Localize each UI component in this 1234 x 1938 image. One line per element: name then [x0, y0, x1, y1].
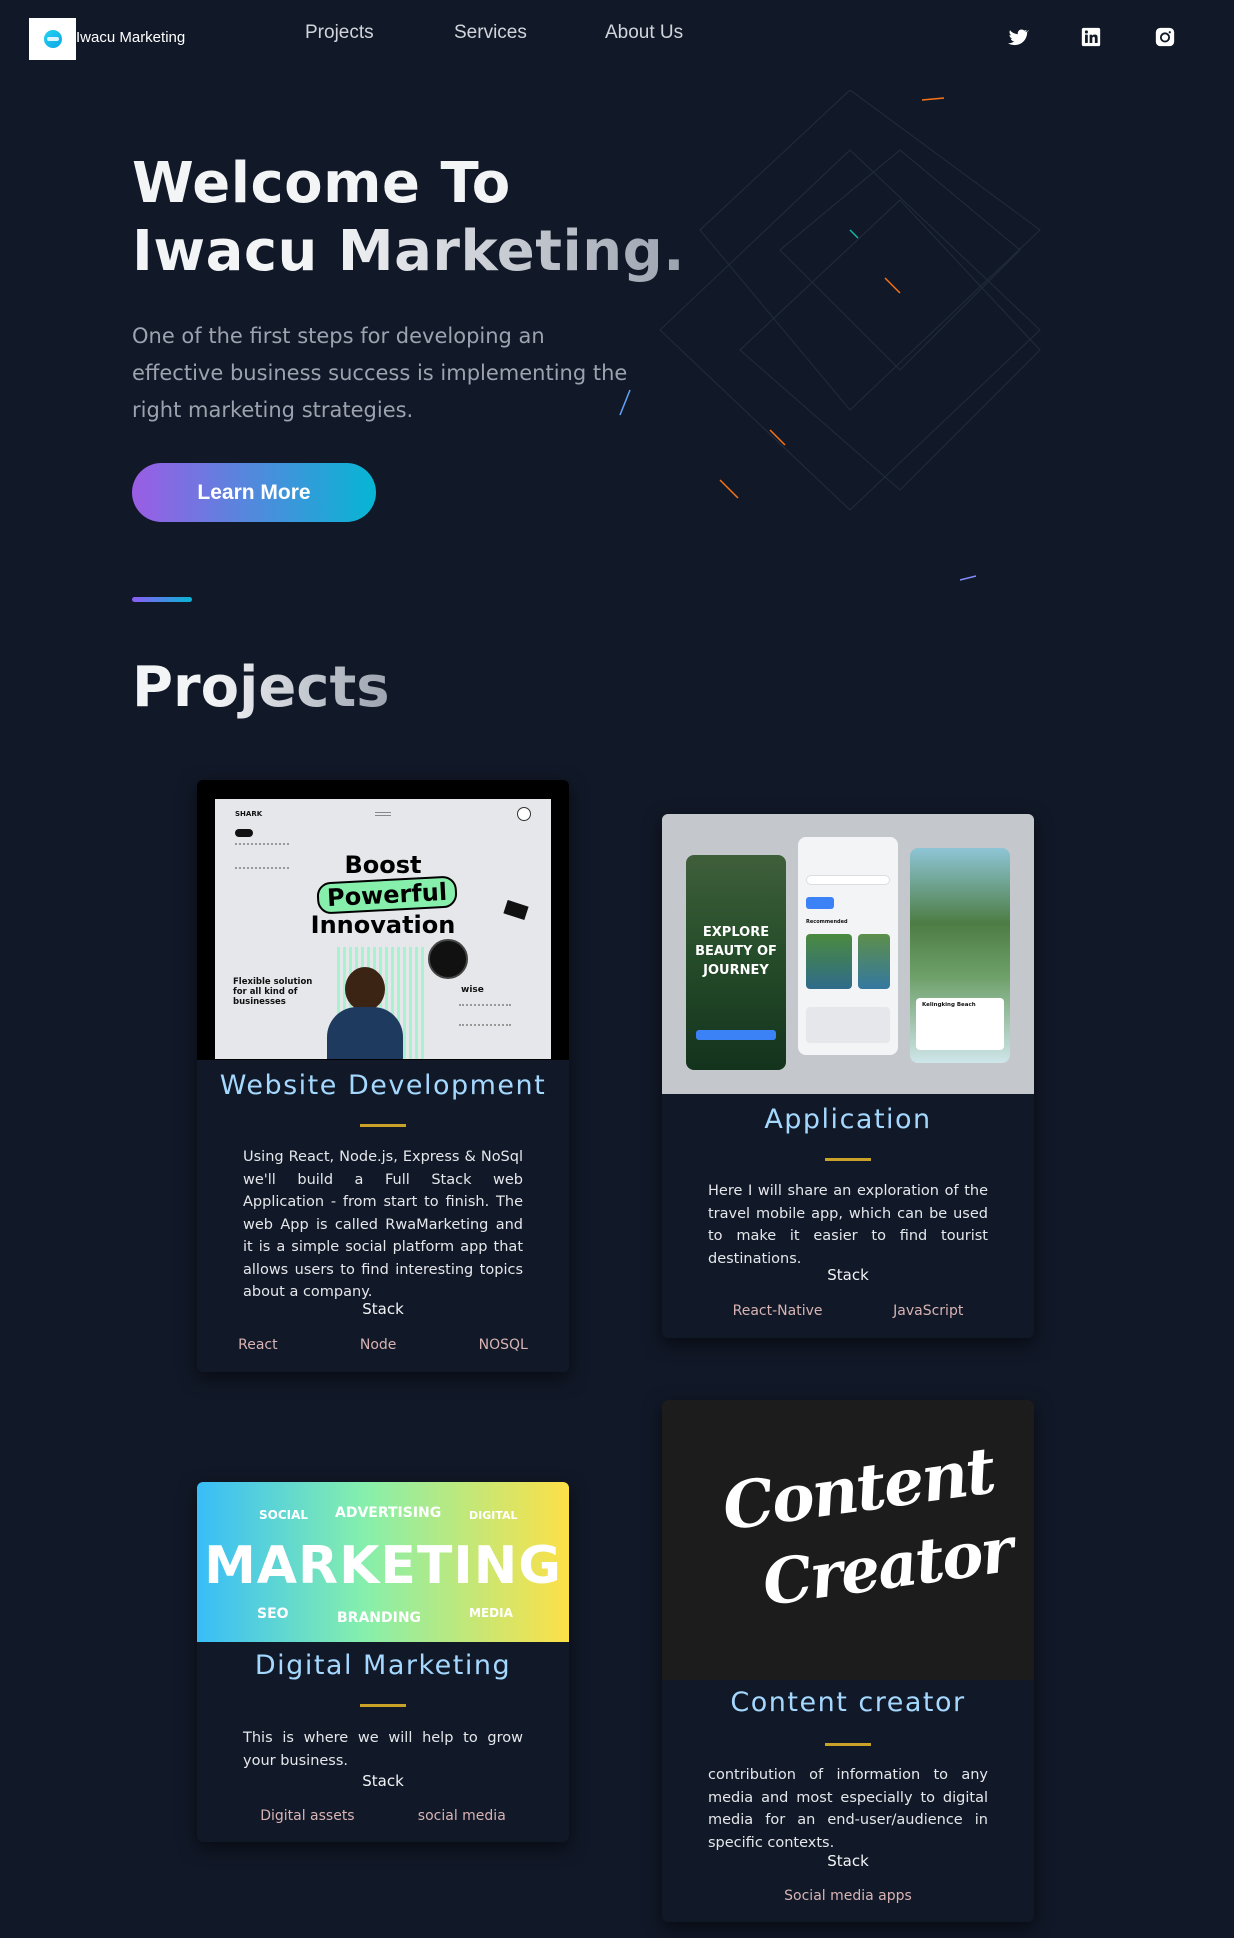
card-stack-label: Stack: [827, 1852, 869, 1870]
nav-link-projects[interactable]: Projects: [305, 22, 374, 44]
card-tags: Digital assets social media: [197, 1808, 569, 1824]
card-title-bar: [360, 1704, 406, 1707]
card-title: Website Development: [219, 1070, 547, 1101]
mock-headline-2: Powerful: [316, 875, 458, 915]
tag-social-media-apps: Social media apps: [784, 1888, 912, 1904]
hero-title-line1: Welcome To: [132, 151, 511, 216]
twitter-icon[interactable]: [1007, 26, 1029, 48]
card-stack-label: Stack: [362, 1300, 404, 1318]
section-divider: [132, 597, 192, 602]
mock-side-text: Flexible solution for all kind of busine…: [233, 977, 313, 1007]
content-creator-logo: Content Creator: [662, 1433, 1034, 1636]
logo[interactable]: [29, 18, 76, 60]
mock-wise-text: wise: [461, 985, 484, 995]
mock-word-digital: DIGITAL: [469, 1509, 518, 1522]
mock-destination-text: Kelingking Beach: [922, 1002, 976, 1008]
card-title-bar: [825, 1743, 871, 1746]
mock-word-media: MEDIA: [469, 1606, 513, 1620]
nav-link-services[interactable]: Services: [454, 22, 527, 44]
mock-word-advertising: ADVERTISING: [335, 1505, 442, 1521]
card-title-bar: [360, 1124, 406, 1127]
card-tags: React-Native JavaScript: [662, 1303, 1034, 1319]
logo-icon: [43, 30, 62, 48]
card-description: This is where we will help to grow your …: [243, 1730, 523, 1769]
top-nav: Iwacu Marketing Projects Services About …: [0, 0, 1234, 80]
hero-decoration: [619, 90, 1041, 581]
projects-heading: Projects: [132, 655, 390, 720]
card-title-bar: [825, 1158, 871, 1161]
card-title: Content creator: [730, 1687, 966, 1718]
mock-word-branding: BRANDING: [337, 1610, 422, 1626]
project-card-application[interactable]: EXPLORE BEAUTY OF JOURNEY Recommended Ke…: [662, 814, 1034, 1338]
card-image-application: EXPLORE BEAUTY OF JOURNEY Recommended Ke…: [662, 814, 1034, 1094]
card-image-content-creator: Content Creator: [662, 1400, 1034, 1680]
nav-link-about-us[interactable]: About Us: [605, 22, 683, 44]
linkedin-icon[interactable]: [1080, 26, 1102, 48]
card-stack-label: Stack: [827, 1266, 869, 1284]
mock-headline-1: Boost: [344, 851, 422, 879]
tag-react: React: [238, 1337, 278, 1353]
mock-word-seo: SEO: [257, 1606, 289, 1622]
tag-node: Node: [359, 1337, 397, 1353]
project-card-digital-marketing[interactable]: SOCIAL ADVERTISING DIGITAL MARKETING SEO…: [197, 1482, 569, 1842]
mock-recommended-text: Recommended: [806, 919, 848, 925]
project-card-content-creator[interactable]: Content Creator Content creator contribu…: [662, 1400, 1034, 1922]
tag-nosql: NOSQL: [478, 1337, 528, 1353]
project-card-website-development[interactable]: SHARK Boost Powerful Innovation Flexible…: [197, 780, 569, 1372]
card-stack-label: Stack: [362, 1772, 404, 1790]
card-description: contribution of information to any media…: [708, 1767, 988, 1851]
tag-react-native: React-Native: [732, 1303, 823, 1319]
mock-phone-text: EXPLORE BEAUTY OF JOURNEY: [695, 925, 777, 978]
tag-social-media: social media: [417, 1808, 506, 1824]
hero-subtitle: One of the first steps for developing an…: [132, 324, 628, 422]
mock-brand-text: SHARK: [235, 810, 263, 818]
card-description: Using React, Node.js, Express & NoSql we…: [243, 1149, 523, 1300]
card-tags: Social media apps: [662, 1888, 1034, 1904]
card-image-website: SHARK Boost Powerful Innovation Flexible…: [197, 780, 569, 1060]
logo-text[interactable]: Iwacu Marketing: [76, 29, 185, 46]
mock-word-marketing: MARKETING: [204, 1536, 562, 1596]
tag-javascript: JavaScript: [893, 1303, 964, 1319]
instagram-icon[interactable]: [1154, 26, 1176, 48]
card-description: Here I will share an exploration of the …: [708, 1183, 988, 1267]
mock-headline-3: Innovation: [310, 911, 456, 939]
tag-digital-assets: Digital assets: [260, 1808, 355, 1824]
card-image-marketing: SOCIAL ADVERTISING DIGITAL MARKETING SEO…: [197, 1482, 569, 1642]
card-title: Application: [764, 1104, 932, 1135]
learn-more-button[interactable]: Learn More: [132, 463, 376, 522]
mock-word-social: SOCIAL: [259, 1508, 309, 1522]
card-title: Digital Marketing: [254, 1650, 512, 1681]
card-tags: React Node NOSQL: [197, 1337, 569, 1353]
